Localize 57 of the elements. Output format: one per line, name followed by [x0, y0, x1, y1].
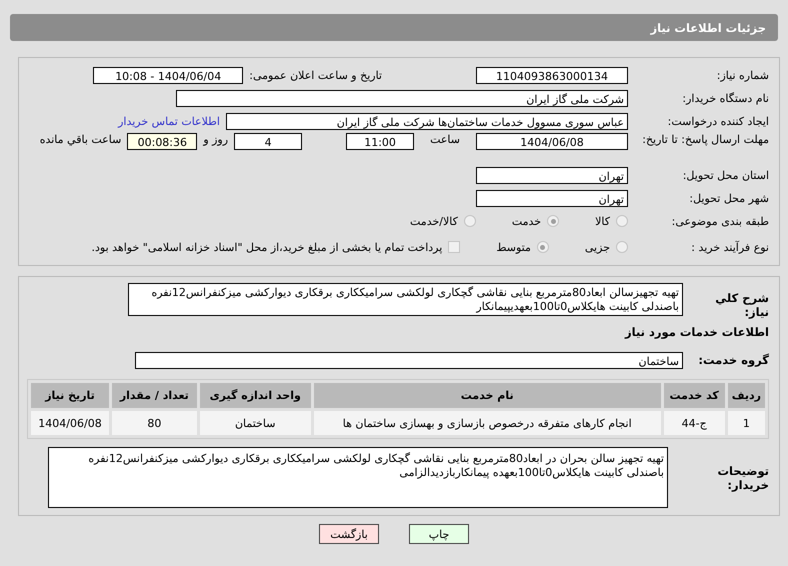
column-header: نام خدمت: [314, 383, 661, 408]
option-label: متوسط: [496, 240, 531, 254]
city-field: تهران: [476, 190, 628, 206]
column-header: کد خدمت: [664, 383, 725, 408]
column-header: تاریخ نیاز: [31, 383, 110, 408]
field-label: استان محل تحویل:: [682, 168, 769, 182]
radio-button[interactable]: [616, 215, 628, 227]
days-field: 4: [234, 133, 302, 150]
radio-button[interactable]: [616, 241, 628, 253]
buyer-notes-field: تهیه تجهیز سالن بحران در ابعاد80مترمربع بنایی نقاشی گچکاری لولکشی سرامیککاری برقکاری دیوارکشی میزکنفرانس12نفره باصندلی کابینت هایکلاس0تا100بعهده پیمانکاربازدیدالزامی: [48, 447, 668, 508]
table-cell: ج-44: [664, 411, 725, 435]
buyer-field: شرکت ملی گاز ایران: [176, 90, 628, 106]
creator-field: عباس سوری مسوول خدمات ساختمان‌ها شرکت ملی گاز ایران: [226, 112, 628, 130]
column-header: واحد اندازه گیری: [200, 383, 311, 408]
field-label: توضیحات خریدار:: [716, 464, 769, 492]
deadline-date-field: 1404/06/08: [476, 133, 628, 150]
table-cell: 1404/06/08: [31, 411, 110, 435]
table-cell: 1: [728, 411, 765, 435]
field-label: ایجاد کننده درخواست:: [666, 114, 769, 128]
field-label: طبقه بندی موضوعی:: [670, 214, 769, 228]
table-cell: 80: [112, 411, 197, 435]
radio-button[interactable]: [536, 241, 549, 253]
field-label: شرح کلي نياز:: [714, 291, 769, 319]
option-label: جزیی: [584, 240, 610, 254]
page-title: جزئیات اطلاعات نیاز: [650, 20, 766, 34]
option-label: خدمت: [512, 214, 542, 228]
back-button[interactable]: بازگشت: [319, 524, 379, 544]
announce-date-field: 1404/06/04 - 10:08: [93, 66, 244, 84]
table-cell: ساختمان: [200, 411, 311, 435]
province-field: تهران: [476, 166, 628, 184]
field-label: شهر محل تحویل:: [688, 192, 769, 204]
remaining-time-field: 00:08:36: [127, 133, 198, 150]
section-title: اطلاعات خدمات مورد نیاز: [625, 325, 769, 339]
need-number-field: 1104093863000134: [476, 66, 628, 84]
service-group-field: ساختمان: [135, 352, 683, 368]
field-label: مهلت ارسال پاسخ: تا تاریخ:: [641, 133, 769, 146]
time-label: ساعت: [430, 133, 460, 146]
contact-link[interactable]: اطلاعات تماس خریدار: [118, 114, 220, 128]
option-label: کالا/خدمت: [410, 214, 458, 228]
remaining-label: ساعت باقي مانده: [40, 133, 122, 146]
days-label: روز و: [203, 133, 228, 146]
column-header: ردیف: [728, 383, 765, 408]
field-label: تاریخ و ساعت اعلان عمومی:: [249, 68, 382, 82]
radio-button[interactable]: [464, 215, 476, 227]
checkbox[interactable]: [448, 241, 460, 253]
table-cell: انجام کارهای متفرقه درخصوص بازسازی و بهسازی ساختمان ها: [314, 411, 661, 435]
field-label: گروه خدمت:: [697, 353, 769, 367]
field-label: نام دستگاه خریدار:: [681, 92, 769, 104]
summary-field: تهیه تجهیزسالن ابعاد80مترمربع بنایی نقاشی گچکاری لولکشی سرامیککاری برقکاری دیوارکشی میزکنفرانس12نفره باصندلی کابینت هایکلاس0تا100بعهدیپیمانکار: [128, 283, 683, 316]
column-header: تعداد / مقدار: [112, 383, 197, 408]
print-button[interactable]: چاپ: [409, 524, 469, 544]
field-label: نوع فرآیند خرید :: [690, 240, 769, 254]
radio-button[interactable]: [547, 215, 560, 227]
field-label: شماره نیاز:: [716, 68, 769, 82]
deadline-time-field: 11:00: [346, 133, 414, 150]
payment-note: پرداخت تمام یا بخشی از مبلغ خرید،از محل "اسناد خزانه اسلامی" خواهد بود.: [92, 240, 442, 254]
option-label: کالا: [595, 214, 610, 228]
